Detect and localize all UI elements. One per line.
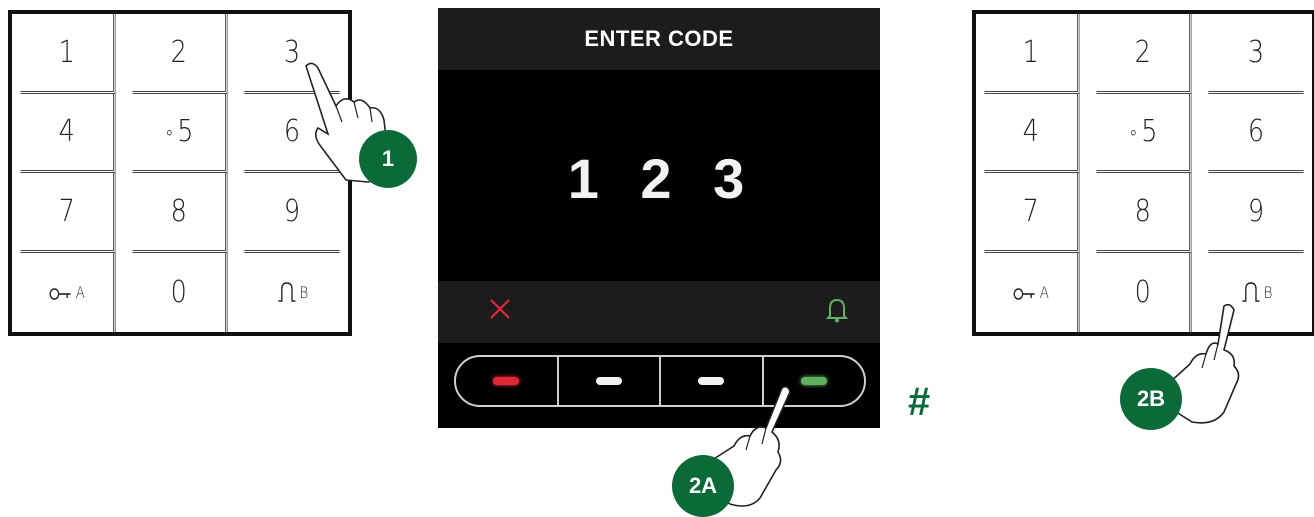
key-label: 3 [1247, 34, 1265, 70]
key-6[interactable]: 6 [1208, 94, 1304, 173]
step-badge-1: 1 [359, 130, 417, 188]
keypad-right: 1 2 3 4 ∘ 5 6 7 8 9 A 0 B [972, 10, 1314, 336]
key-7[interactable]: 7 [20, 173, 116, 253]
key-a-button[interactable]: A [20, 252, 116, 332]
step-badge-2a: 2A [672, 455, 734, 517]
key-1[interactable]: 1 [20, 14, 116, 94]
key-2[interactable]: 2 [1096, 14, 1192, 94]
key-label: 8 [1134, 193, 1151, 229]
key-8[interactable]: 8 [1096, 173, 1192, 253]
key-label: 0 [170, 274, 187, 310]
key-5[interactable]: ∘ 5 [1096, 93, 1192, 173]
key-3[interactable]: 3 [1208, 14, 1304, 94]
hash-symbol: # [908, 380, 931, 424]
step-badge-2b: 2B [1120, 368, 1182, 430]
key-9[interactable]: 9 [1208, 173, 1304, 253]
key-label: 6 [1247, 114, 1265, 150]
soft-button-2[interactable] [559, 357, 661, 405]
cancel-button[interactable] [456, 357, 559, 405]
key-label: 7 [1022, 193, 1039, 229]
key-label: 4 [58, 114, 75, 150]
key-0[interactable]: 0 [132, 252, 228, 332]
key-8[interactable]: 8 [132, 173, 228, 253]
key-4[interactable]: 4 [20, 93, 116, 173]
led [595, 377, 622, 385]
key-5[interactable]: ∘ 5 [132, 93, 228, 173]
display-button-row [454, 355, 866, 407]
key-label: 5 [177, 114, 194, 150]
key-icon [49, 288, 71, 301]
key-4[interactable]: 4 [984, 93, 1080, 173]
display-title: ENTER CODE [584, 26, 734, 51]
display-screen: ENTER CODE 1 2 3 [438, 8, 880, 428]
key-label: 5 [1141, 114, 1158, 150]
display-header: ENTER CODE [438, 8, 880, 70]
key-label: 0 [1134, 274, 1151, 310]
key-label: 2 [1134, 34, 1151, 70]
key-label: 7 [58, 193, 75, 229]
bell-icon [278, 282, 296, 303]
cancel-led [493, 377, 520, 385]
entered-code: 1 2 3 [567, 147, 751, 210]
key-label: 8 [170, 193, 187, 229]
key-1[interactable]: 1 [984, 14, 1080, 94]
key-a-button[interactable]: A [984, 252, 1080, 332]
bell-icon [826, 298, 848, 323]
tactile-dot-icon: ∘ [164, 119, 175, 144]
key-b-button[interactable]: B [244, 253, 339, 333]
key-label: 2 [170, 34, 187, 70]
key-label: 1 [1022, 34, 1039, 70]
cancel-icon [490, 299, 510, 319]
key-label: B [1263, 282, 1273, 302]
key-label: 4 [1022, 114, 1039, 150]
key-label: A [75, 282, 85, 302]
key-label: 9 [1247, 193, 1265, 229]
key-label: A [1039, 282, 1049, 302]
key-label: 1 [58, 34, 75, 70]
key-label: B [299, 282, 309, 302]
key-2[interactable]: 2 [132, 14, 228, 94]
confirm-led [800, 377, 827, 385]
key-label: 9 [283, 193, 301, 229]
key-icon [1013, 288, 1035, 301]
key-7[interactable]: 7 [984, 173, 1080, 253]
tactile-dot-icon: ∘ [1128, 119, 1139, 144]
display-action-bar [438, 281, 880, 343]
